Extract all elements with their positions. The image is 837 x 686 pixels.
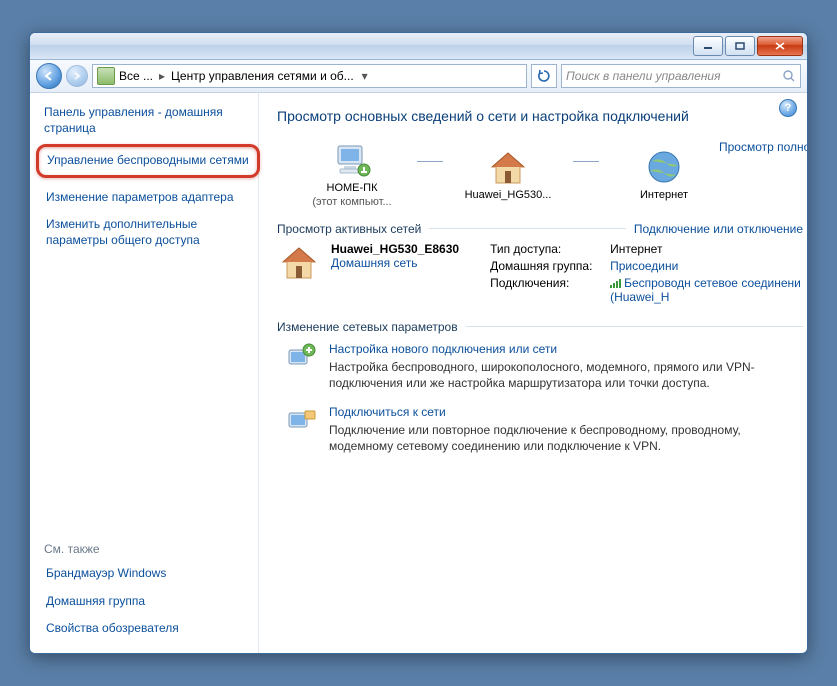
see-also-firewall[interactable]: Брандмауэр Windows xyxy=(44,560,254,588)
see-also-browser[interactable]: Свойства обозревателя xyxy=(44,615,254,643)
maximize-button[interactable] xyxy=(725,36,755,56)
back-button[interactable] xyxy=(36,63,62,89)
sidebar-home-link[interactable]: Панель управления - домашняя страница xyxy=(44,105,254,136)
house-icon xyxy=(277,242,321,282)
refresh-button[interactable] xyxy=(531,64,557,88)
task-new-connection[interactable]: Настройка нового подключения или сети На… xyxy=(287,342,803,391)
active-networks-label: Просмотр активных сетей xyxy=(277,222,421,236)
search-box[interactable]: Поиск в панели управления xyxy=(561,64,801,88)
breadcrumb-level2[interactable]: Центр управления сетями и об... xyxy=(171,69,354,83)
network-center-icon xyxy=(97,67,115,85)
kv-homegroup-key: Домашняя группа: xyxy=(490,259,610,273)
task-connect-network[interactable]: Подключиться к сети Подключение или повт… xyxy=(287,405,803,454)
sidebar-sharing-link[interactable]: Изменить дополнительные параметры общего… xyxy=(44,211,254,254)
map-router-label: Huawei_HG530... xyxy=(453,189,563,201)
task-desc: Подключение или повторное подключение к … xyxy=(329,422,803,454)
full-map-link[interactable]: Просмотр полной карты xyxy=(719,140,807,154)
task-title: Настройка нового подключения или сети xyxy=(329,342,803,356)
search-placeholder: Поиск в панели управления xyxy=(566,69,721,83)
titlebar xyxy=(30,33,807,60)
search-icon xyxy=(782,69,796,83)
see-also-homegroup[interactable]: Домашняя группа xyxy=(44,588,254,616)
kv-homegroup-link[interactable]: Присоедини xyxy=(610,259,803,273)
kv-access-key: Тип доступа: xyxy=(490,242,610,256)
active-network: Huawei_HG530_E8630 Домашняя сеть Тип дос… xyxy=(277,242,803,304)
sidebar-wireless-link[interactable]: Управление беспроводными сетями xyxy=(45,151,251,171)
kv-access-value: Интернет xyxy=(610,242,803,256)
map-pc-label: HOME-ПК xyxy=(297,182,407,194)
close-button[interactable] xyxy=(757,36,803,56)
address-bar[interactable]: Все ... ▸ Центр управления сетями и об..… xyxy=(92,64,527,88)
connect-disconnect-link[interactable]: Подключение или отключение xyxy=(634,222,803,236)
see-also-label: См. также xyxy=(44,542,254,556)
wifi-signal-icon xyxy=(610,278,622,288)
task-title: Подключиться к сети xyxy=(329,405,803,419)
map-internet[interactable]: Интернет xyxy=(609,147,719,201)
minimize-button[interactable] xyxy=(693,36,723,56)
control-panel-window: Все ... ▸ Центр управления сетями и об..… xyxy=(29,32,808,654)
help-icon[interactable]: ? xyxy=(779,99,797,117)
kv-connection-link[interactable]: Беспроводн сетевое соединени (Huawei_H xyxy=(610,276,803,304)
highlight-annotation: Управление беспроводными сетями xyxy=(36,144,260,178)
settings-section-label: Изменение сетевых параметров xyxy=(277,320,458,334)
address-dropdown-icon[interactable]: ▾ xyxy=(358,69,372,83)
network-map: HOME-ПК (этот компьют... Huawei_HG530...… xyxy=(297,140,719,208)
map-internet-label: Интернет xyxy=(609,189,719,201)
kv-connection-key: Подключения: xyxy=(490,276,610,304)
page-title: Просмотр основных сведений о сети и наст… xyxy=(277,107,803,126)
map-pc[interactable]: HOME-ПК (этот компьют... xyxy=(297,140,407,208)
map-pc-sub: (этот компьют... xyxy=(297,196,407,208)
new-connection-icon xyxy=(287,342,317,370)
map-router[interactable]: Huawei_HG530... xyxy=(453,147,563,201)
network-name: Huawei_HG530_E8630 xyxy=(331,242,459,256)
sidebar: Панель управления - домашняя страница Уп… xyxy=(30,93,259,654)
breadcrumb-level1[interactable]: Все ... xyxy=(119,69,153,83)
navbar: Все ... ▸ Центр управления сетями и об..… xyxy=(30,60,807,93)
sidebar-adapter-link[interactable]: Изменение параметров адаптера xyxy=(44,184,254,212)
breadcrumb-separator-icon: ▸ xyxy=(157,69,167,83)
forward-button[interactable] xyxy=(66,65,88,87)
network-type-link[interactable]: Домашняя сеть xyxy=(331,256,459,270)
task-desc: Настройка беспроводного, широкополосного… xyxy=(329,359,803,391)
connect-network-icon xyxy=(287,405,317,433)
main-content: ? Просмотр основных сведений о сети и на… xyxy=(259,93,807,654)
